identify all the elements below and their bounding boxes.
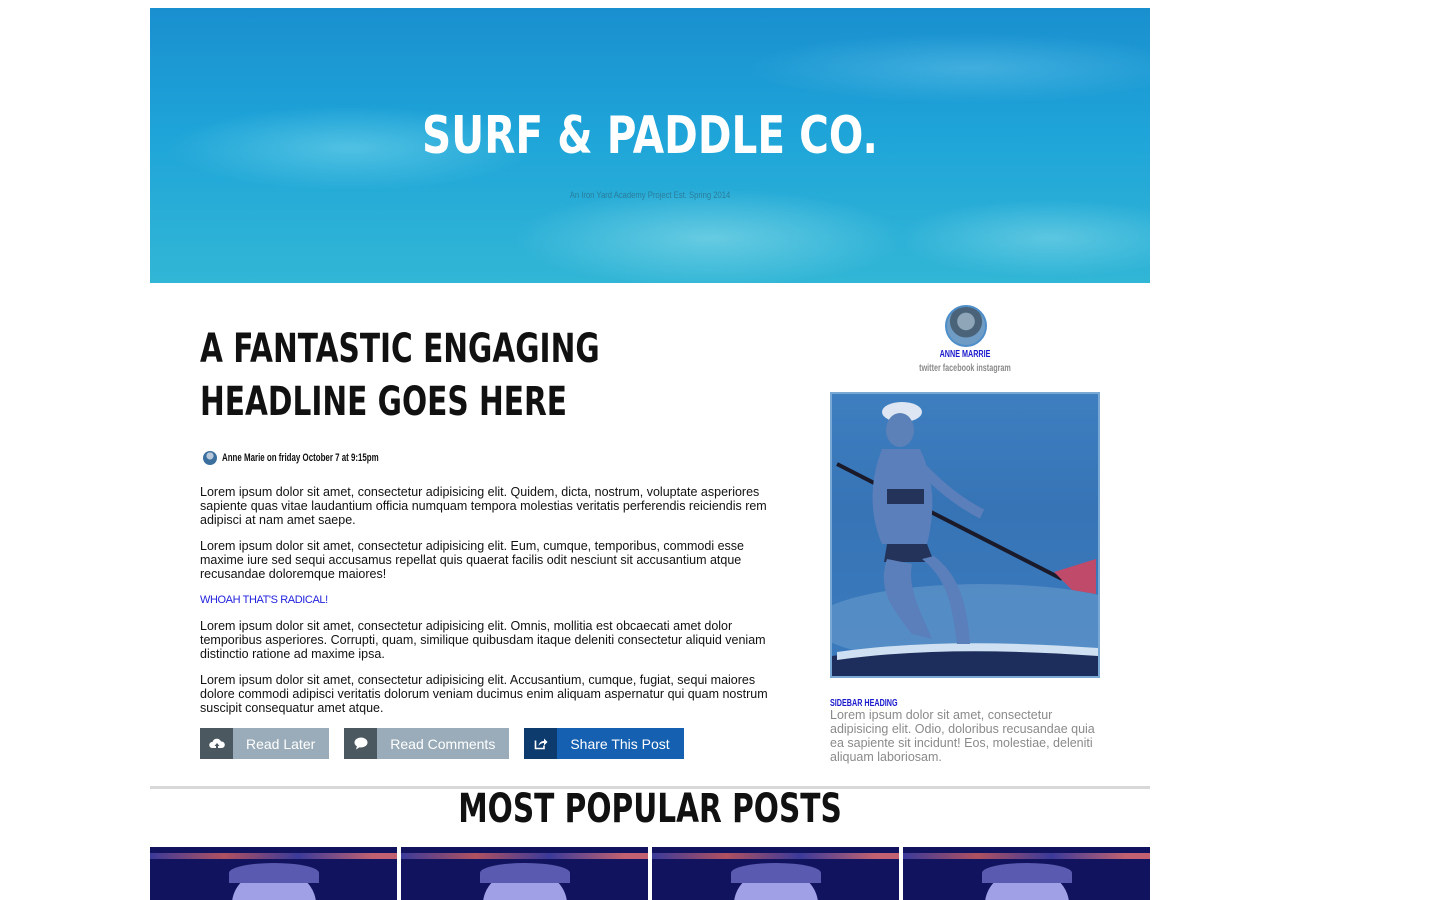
popular-post-thumbnail[interactable]	[903, 847, 1150, 900]
article-body: Lorem ipsum dolor sit amet, consectetur …	[200, 485, 790, 727]
profile-name[interactable]: ANNE MARRIE	[868, 349, 1062, 360]
read-later-button[interactable]: Read Later	[200, 728, 330, 759]
article-actions: Read Later Read Comments Share This Post	[200, 728, 699, 759]
share-post-label: Share This Post	[557, 728, 684, 759]
comment-icon	[344, 728, 378, 759]
paddleboarder-image	[832, 402, 1098, 676]
popular-post-thumbnail[interactable]	[150, 847, 397, 900]
thumbnail-hair	[730, 863, 821, 883]
sidebar-text: Lorem ipsum dolor sit amet, consectetur …	[830, 708, 1095, 764]
thumbnail-hair	[479, 863, 570, 883]
article-paragraph: Lorem ipsum dolor sit amet, consectetur …	[200, 539, 744, 581]
page-container: SURF & PADDLE CO. An Iron Yard Academy P…	[150, 8, 1150, 900]
hero-banner: SURF & PADDLE CO. An Iron Yard Academy P…	[150, 8, 1150, 283]
article-headline: A FANTASTIC ENGAGING HEADLINE GOES HERE	[200, 326, 600, 425]
article: A FANTASTIC ENGAGING HEADLINE GOES HERE …	[200, 323, 790, 759]
thumbnail-hair	[981, 863, 1072, 883]
most-popular-heading: MOST POPULAR POSTS	[458, 786, 842, 832]
thumbnail-hair	[228, 863, 319, 883]
popular-posts-grid	[150, 847, 1150, 900]
profile-avatar	[945, 305, 987, 347]
site-tagline: An Iron Yard Academy Project Est. Spring…	[569, 190, 731, 200]
read-later-label: Read Later	[233, 728, 330, 759]
byline-text: Anne Marie on friday October 7 at 9:15pm	[222, 452, 379, 464]
article-byline: Anne Marie on friday October 7 at 9:15pm	[200, 450, 440, 466]
share-post-button[interactable]: Share This Post	[524, 728, 684, 759]
share-icon	[524, 728, 558, 759]
article-paragraph: Lorem ipsum dolor sit amet, consectetur …	[200, 619, 766, 661]
read-comments-button[interactable]: Read Comments	[344, 728, 510, 759]
read-comments-label: Read Comments	[377, 728, 510, 759]
article-paragraph: Lorem ipsum dolor sit amet, consectetur …	[200, 485, 767, 527]
popular-post-thumbnail[interactable]	[401, 847, 648, 900]
profile-social-links[interactable]: twitter facebook instagram	[868, 363, 1062, 374]
cloud-upload-icon	[200, 728, 233, 759]
site-title[interactable]: SURF & PADDLE CO.	[260, 106, 1040, 166]
popular-post-thumbnail[interactable]	[652, 847, 899, 900]
author-avatar	[203, 451, 217, 465]
sidebar-photo	[830, 392, 1100, 678]
article-highlight-link[interactable]: WHOAH THAT'S RADICAL!	[200, 593, 790, 607]
article-paragraph: Lorem ipsum dolor sit amet, consectetur …	[200, 673, 768, 715]
